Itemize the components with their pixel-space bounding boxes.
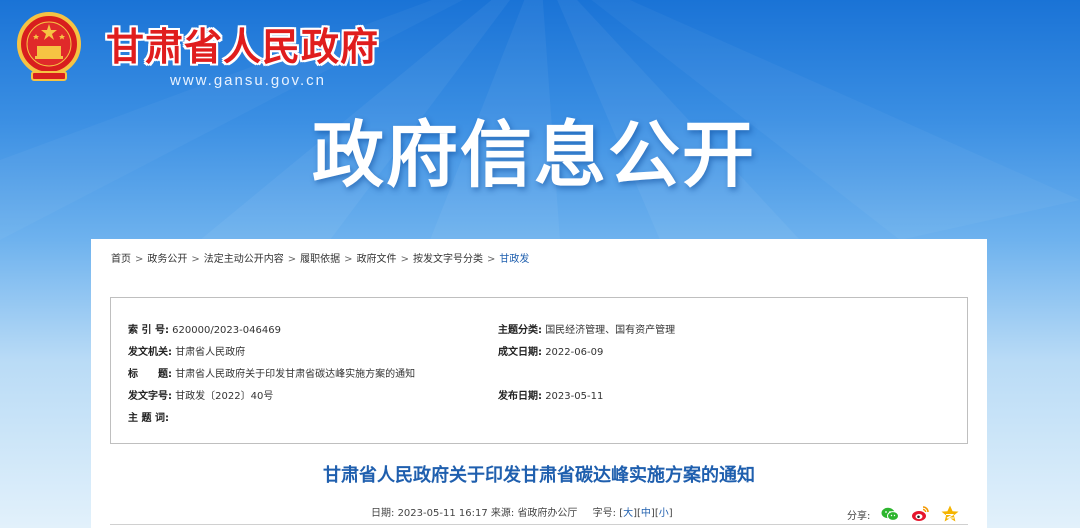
article-date-value: 2023-05-11 16:17 — [397, 508, 488, 519]
font-size-small-button[interactable]: 小 — [659, 508, 669, 519]
breadcrumb-item-duties[interactable]: 履职依据 — [300, 254, 340, 265]
info-issuer-label: 发文机关: — [128, 347, 172, 358]
info-written-date-label: 成文日期: — [498, 347, 542, 358]
content-panel: 首页 > 政务公开 > 法定主动公开内容 > 履职依据 > 政府文件 > 按发文字号分类 > 甘政发 索… — [91, 239, 987, 528]
font-size-medium-button[interactable]: 中 — [641, 508, 651, 519]
site-url[interactable]: www.gansu.gov.cn — [170, 72, 326, 89]
info-publish-date-label: 发布日期: — [498, 391, 542, 402]
breadcrumb: 首页 > 政务公开 > 法定主动公开内容 > 履职依据 > 政府文件 > 按发文字号分类 > 甘政发 — [111, 250, 529, 265]
info-index: 索 引 号: 620000/2023-046469 — [128, 321, 281, 336]
info-topic: 主题分类: 国民经济管理、国有资产管理 — [498, 321, 675, 336]
info-written-date: 成文日期: 2022-06-09 — [498, 343, 603, 358]
info-index-value: 620000/2023-046469 — [172, 325, 281, 336]
qzone-star-icon[interactable] — [940, 504, 960, 524]
article-source-value: 省政府办公厅 — [517, 508, 578, 519]
article-date-label: 日期: — [371, 508, 395, 519]
weibo-icon[interactable] — [910, 504, 930, 524]
header-banner: 甘肃省人民政府 www.gansu.gov.cn 政府信息公开 — [0, 0, 1080, 240]
info-topic-value: 国民经济管理、国有资产管理 — [545, 325, 676, 336]
info-keywords-label: 主 题 词: — [128, 413, 169, 424]
info-title-value: 甘肃省人民政府关于印发甘肃省碳达峰实施方案的通知 — [175, 369, 416, 380]
info-docno: 发文字号: 甘政发〔2022〕40号 — [128, 387, 273, 402]
breadcrumb-item-by-docno[interactable]: 按发文字号分类 — [413, 254, 483, 265]
article-meta: 日期: 2023-05-11 16:17 来源: 省政府办公厅 字号: [大][… — [371, 508, 673, 519]
breadcrumb-item-gov-docs[interactable]: 政府文件 — [357, 254, 397, 265]
breadcrumb-separator: > — [486, 254, 496, 265]
info-publish-date: 发布日期: 2023-05-11 — [498, 387, 603, 402]
info-issuer-value: 甘肃省人民政府 — [175, 347, 246, 358]
article-source-label: 来源: — [490, 508, 515, 519]
info-topic-label: 主题分类: — [498, 325, 542, 336]
info-keywords: 主 题 词: — [128, 409, 169, 424]
info-written-date-value: 2022-06-09 — [545, 347, 604, 358]
font-size-label: 字号: — [592, 508, 616, 519]
breadcrumb-item-statutory[interactable]: 法定主动公开内容 — [204, 254, 284, 265]
breadcrumb-separator: > — [400, 254, 409, 265]
font-size-large-button[interactable]: 大 — [623, 508, 633, 519]
site-name[interactable]: 甘肃省人民政府 — [106, 16, 379, 71]
info-index-label: 索 引 号: — [128, 325, 169, 336]
share-bar: 分享: — [847, 504, 960, 524]
share-label: 分享: — [847, 510, 871, 522]
breadcrumb-item-home[interactable]: 首页 — [111, 254, 131, 265]
breadcrumb-separator: > — [287, 254, 297, 265]
info-docno-value: 甘政发〔2022〕40号 — [175, 391, 274, 402]
divider — [110, 524, 968, 525]
info-publish-date-value: 2023-05-11 — [545, 391, 604, 402]
breadcrumb-separator: > — [135, 254, 144, 265]
info-issuer: 发文机关: 甘肃省人民政府 — [128, 343, 245, 358]
info-title-label: 标 题: — [128, 369, 172, 380]
article-title: 甘肃省人民政府关于印发甘肃省碳达峰实施方案的通知 — [323, 465, 755, 486]
info-docno-label: 发文字号: — [128, 391, 172, 402]
breadcrumb-item-current[interactable]: 甘政发 — [499, 254, 529, 265]
wechat-icon[interactable] — [880, 504, 900, 524]
breadcrumb-item-gov-affairs[interactable]: 政务公开 — [147, 254, 187, 265]
breadcrumb-separator: > — [344, 254, 353, 265]
section-title: 政府信息公开 — [312, 113, 757, 197]
document-info-box: 索 引 号: 620000/2023-046469 主题分类: 国民经济管理、国… — [110, 297, 968, 444]
national-emblem-icon[interactable] — [14, 10, 84, 86]
info-title: 标 题: 甘肃省人民政府关于印发甘肃省碳达峰实施方案的通知 — [128, 365, 415, 380]
breadcrumb-separator: > — [191, 254, 200, 265]
